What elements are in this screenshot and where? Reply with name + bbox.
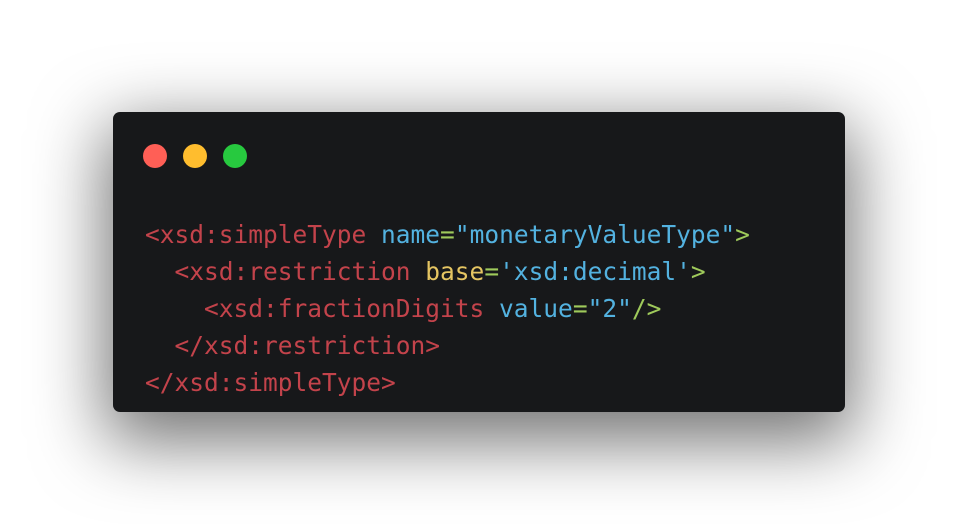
attr-equals: = xyxy=(484,257,500,286)
code-line-2: <xsd:restriction base='xsd:decimal'> xyxy=(145,253,750,290)
tag-end: /> xyxy=(631,294,662,323)
attr-equals: = xyxy=(572,294,588,323)
close-dot-icon[interactable] xyxy=(143,144,167,168)
minimize-dot-icon[interactable] xyxy=(183,144,207,168)
tag-close: </xsd:restriction> xyxy=(174,331,441,360)
attr-equals: = xyxy=(440,220,455,249)
code-line-5: </xsd:simpleType> xyxy=(145,364,750,401)
attr-name: name xyxy=(381,220,441,249)
attr-name: base xyxy=(425,257,485,286)
attr-name: value xyxy=(499,294,573,323)
code-line-1: <xsd:simpleType name="monetaryValueType"… xyxy=(145,216,750,253)
maximize-dot-icon[interactable] xyxy=(223,144,247,168)
attr-value: 'xsd:decimal' xyxy=(499,257,691,286)
tag-end: > xyxy=(735,220,750,249)
tag-open: <xsd:restriction xyxy=(174,257,411,286)
tag-open: <xsd:simpleType xyxy=(145,220,367,249)
attr-value: "2" xyxy=(587,294,632,323)
tag-end: > xyxy=(690,257,706,286)
code-block: <xsd:simpleType name="monetaryValueType"… xyxy=(145,216,750,401)
code-window: <xsd:simpleType name="monetaryValueType"… xyxy=(113,112,845,412)
code-line-4: </xsd:restriction> xyxy=(145,327,750,364)
tag-open: <xsd:fractionDigits xyxy=(204,294,485,323)
code-line-3: <xsd:fractionDigits value="2"/> xyxy=(145,290,750,327)
attr-value: "monetaryValueType" xyxy=(454,220,736,249)
tag-close: </xsd:simpleType> xyxy=(145,368,396,397)
window-controls xyxy=(143,144,247,168)
